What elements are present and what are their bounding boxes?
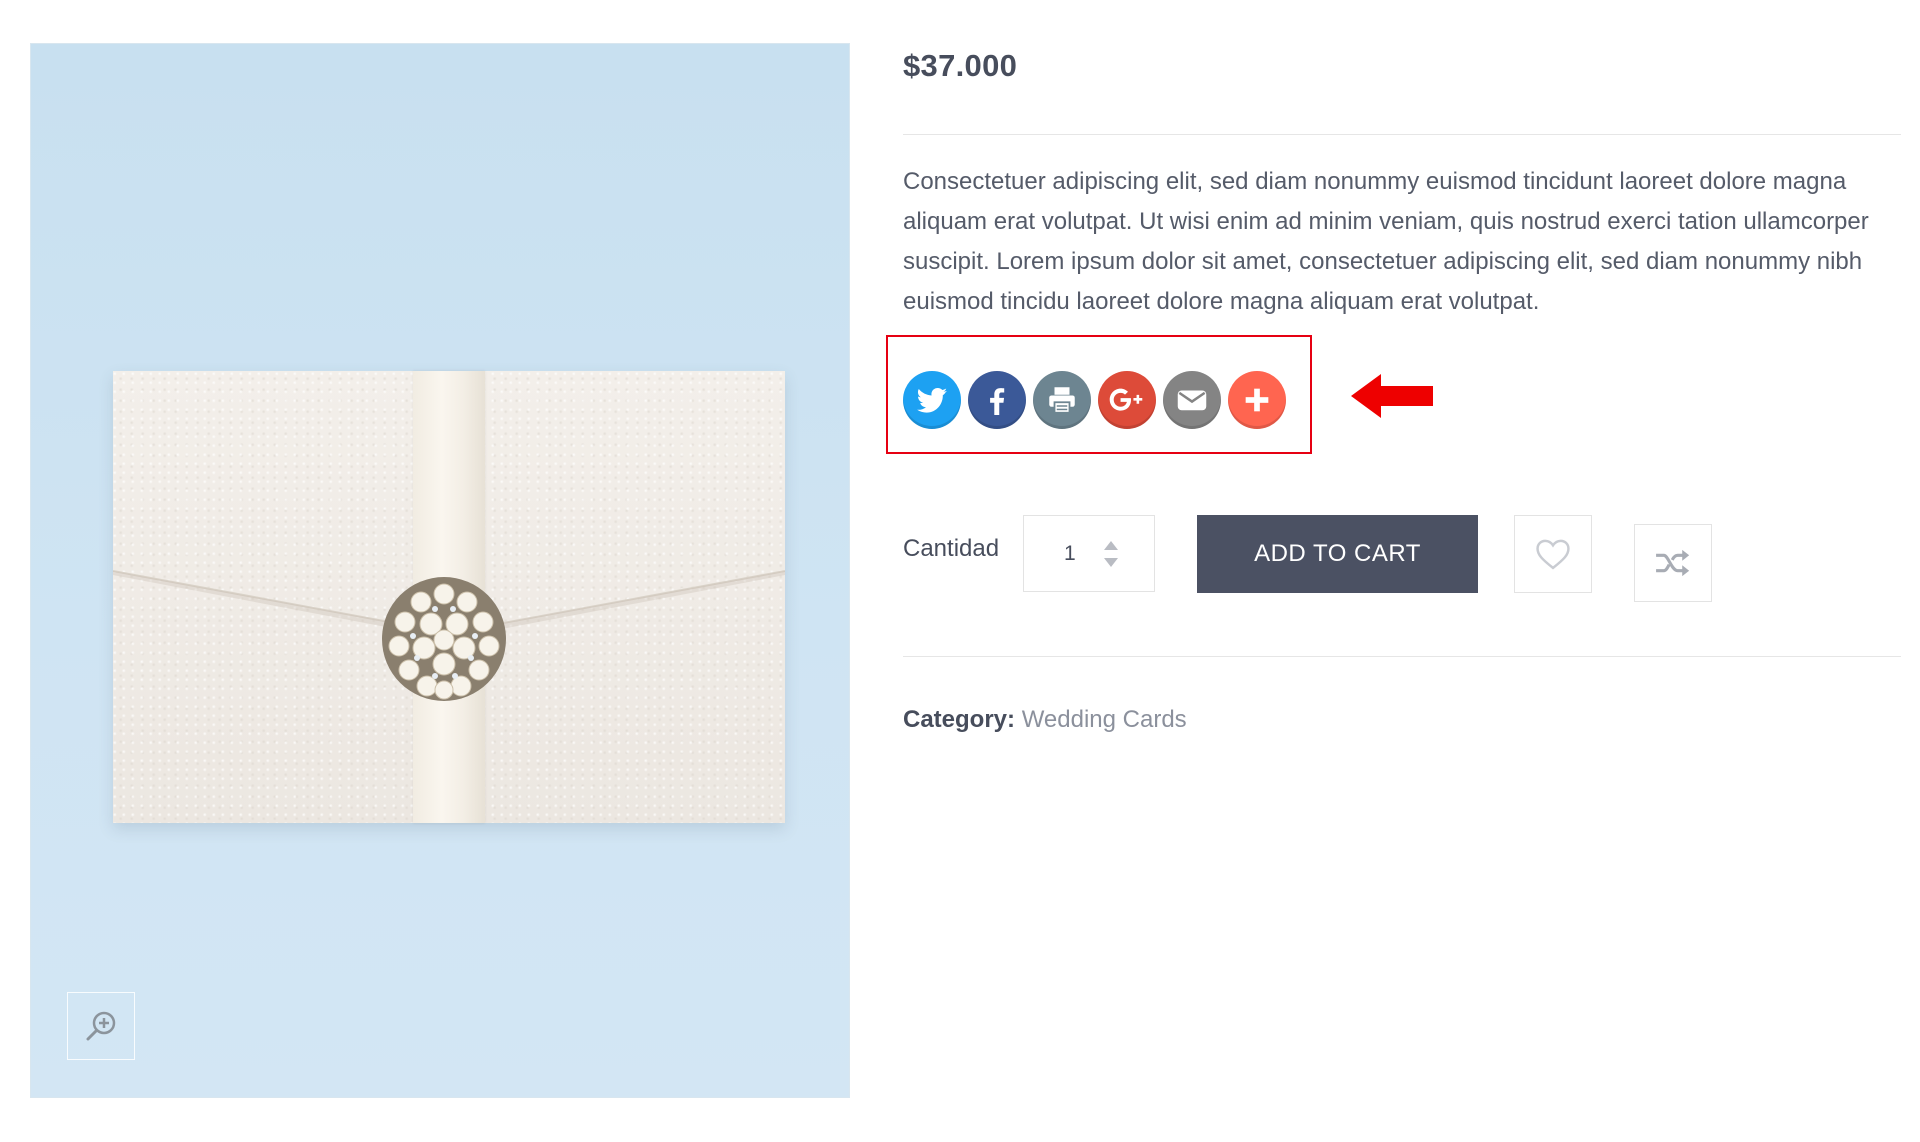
stepper-arrows-icon[interactable] [1102, 538, 1120, 570]
google-plus-share-button[interactable] [1098, 371, 1156, 429]
facebook-icon [990, 388, 1005, 415]
quantity-value[interactable]: 1 [1064, 542, 1076, 566]
zoom-button[interactable] [67, 992, 135, 1060]
product-price: $37.000 [903, 48, 1018, 83]
share-buttons [903, 371, 1286, 429]
more-share-button[interactable] [1228, 371, 1286, 429]
zoom-in-icon [86, 1011, 116, 1041]
pearl-brooch [382, 577, 506, 701]
category-link[interactable]: Wedding Cards [1022, 706, 1187, 733]
add-to-cart-button[interactable]: ADD TO CART [1197, 515, 1478, 593]
heart-icon [1536, 539, 1570, 570]
twitter-icon [917, 387, 947, 413]
quantity-label: Cantidad [903, 535, 1000, 562]
google-plus-icon [1109, 388, 1143, 411]
product-image[interactable] [30, 43, 850, 1098]
quantity-stepper[interactable]: 1 [1023, 515, 1155, 592]
product-meta: Category: Wedding Cards [903, 706, 1187, 734]
red-arrow-icon [1351, 374, 1433, 418]
plus-icon [1245, 388, 1269, 412]
envelope-icon [1177, 390, 1207, 411]
wishlist-button[interactable] [1514, 515, 1592, 593]
divider [903, 656, 1901, 657]
divider [903, 134, 1901, 135]
twitter-share-button[interactable] [903, 371, 961, 429]
category-label: Category: [903, 706, 1016, 733]
email-share-button[interactable] [1163, 371, 1221, 429]
printer-icon [1049, 387, 1075, 414]
shuffle-icon [1656, 549, 1690, 577]
envelope-photo [113, 371, 785, 823]
facebook-share-button[interactable] [968, 371, 1026, 429]
compare-button[interactable] [1634, 524, 1712, 602]
print-share-button[interactable] [1033, 371, 1091, 429]
product-description: Consectetuer adipiscing elit, sed diam n… [903, 168, 1869, 315]
